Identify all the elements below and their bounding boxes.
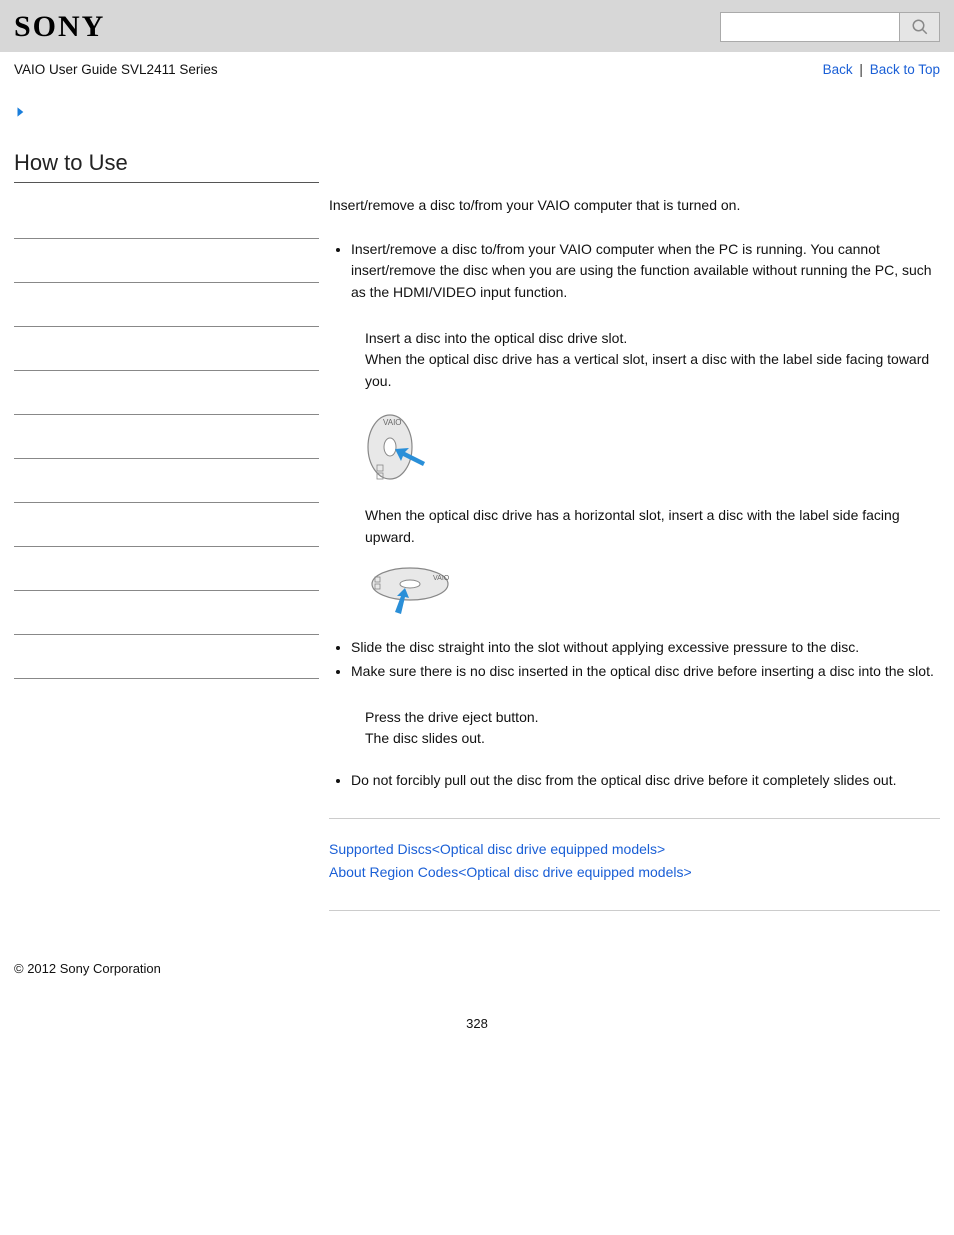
sidebar-nav-item[interactable] — [14, 327, 319, 371]
note-list-1: Insert/remove a disc to/from your VAIO c… — [329, 239, 940, 304]
note-list-3: Do not forcibly pull out the disc from t… — [329, 770, 940, 792]
disc-vertical-illustration: VAIO — [365, 407, 940, 487]
search-icon — [911, 18, 929, 36]
step-eject-block: Press the drive eject button. The disc s… — [365, 707, 940, 750]
sidebar-nav-item[interactable] — [14, 239, 319, 283]
sidebar-nav-item[interactable] — [14, 195, 319, 239]
link-separator: | — [859, 62, 863, 77]
header-band: SONY — [0, 0, 954, 52]
sidebar-nav-item[interactable] — [14, 503, 319, 547]
search-input[interactable] — [720, 12, 900, 42]
content-wrap: How to Use Insert/remove a disc to/from … — [0, 85, 954, 961]
note-list-2: Slide the disc straight into the slot wi… — [329, 637, 940, 682]
header-top: SONY — [14, 10, 940, 44]
sidebar-nav-item[interactable] — [14, 591, 319, 635]
sidebar-title: How to Use — [14, 150, 319, 183]
sidebar: How to Use — [14, 85, 319, 931]
step-eject-line1: Press the drive eject button. — [365, 707, 940, 729]
back-links: Back | Back to Top — [823, 62, 940, 77]
note-item-running: Insert/remove a disc to/from your VAIO c… — [351, 239, 940, 304]
page-number: 328 — [0, 1016, 954, 1053]
sidebar-nav-item[interactable] — [14, 283, 319, 327]
step-insert-block: Insert a disc into the optical disc driv… — [365, 328, 940, 617]
search-button[interactable] — [900, 12, 940, 42]
svg-text:VAIO: VAIO — [433, 575, 450, 582]
related-link-region-codes[interactable]: About Region Codes<Optical disc drive eq… — [329, 862, 940, 884]
svg-text:VAIO: VAIO — [383, 418, 402, 427]
divider-1 — [329, 818, 940, 819]
subheader-row: VAIO User Guide SVL2411 Series Back | Ba… — [0, 52, 954, 85]
guide-title: VAIO User Guide SVL2411 Series — [14, 62, 218, 77]
note-item-noforce: Do not forcibly pull out the disc from t… — [351, 770, 940, 792]
chevron-icon[interactable] — [14, 105, 319, 122]
step-horizontal-text: When the optical disc drive has a horizo… — [365, 505, 940, 548]
step-eject-line2: The disc slides out. — [365, 728, 940, 750]
search-box — [720, 12, 940, 42]
back-link[interactable]: Back — [823, 62, 853, 77]
intro-text: Insert/remove a disc to/from your VAIO c… — [329, 195, 940, 217]
back-to-top-link[interactable]: Back to Top — [870, 62, 940, 77]
step-insert-line2: When the optical disc drive has a vertic… — [365, 349, 940, 392]
related-topics: Supported Discs<Optical disc drive equip… — [329, 839, 940, 884]
sidebar-nav-item[interactable] — [14, 371, 319, 415]
step-insert-line1: Insert a disc into the optical disc driv… — [365, 328, 940, 350]
sidebar-nav-item[interactable] — [14, 635, 319, 679]
disc-horizontal-illustration: VAIO — [365, 562, 940, 617]
sony-logo: SONY — [14, 10, 105, 44]
sidebar-nav-item[interactable] — [14, 415, 319, 459]
main-content: Insert/remove a disc to/from your VAIO c… — [319, 85, 940, 931]
sidebar-nav-item[interactable] — [14, 459, 319, 503]
note-item-slide: Slide the disc straight into the slot wi… — [351, 637, 940, 659]
sidebar-nav-item[interactable] — [14, 547, 319, 591]
footer: © 2012 Sony Corporation — [0, 961, 954, 1016]
copyright-text: © 2012 Sony Corporation — [14, 961, 940, 976]
related-link-supported-discs[interactable]: Supported Discs<Optical disc drive equip… — [329, 839, 940, 861]
note-item-nodisc: Make sure there is no disc inserted in t… — [351, 661, 940, 683]
divider-2 — [329, 910, 940, 911]
